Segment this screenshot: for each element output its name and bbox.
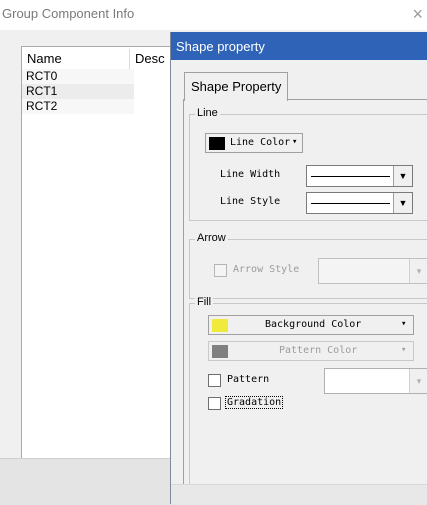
dialog-titlebar[interactable]: Shape property: [171, 32, 427, 60]
arrow-style-label: Arrow Style: [233, 264, 300, 275]
column-header-name[interactable]: Name: [27, 49, 130, 69]
close-icon[interactable]: ×: [412, 4, 423, 24]
line-style-select[interactable]: ▼: [306, 192, 413, 214]
arrow-group: Arrow Arrow Style ▾: [189, 232, 427, 299]
chevron-down-icon: ▾: [292, 137, 298, 147]
gradation-checkbox[interactable]: [208, 397, 221, 410]
pattern-color-swatch: [212, 345, 228, 358]
line-color-button[interactable]: Line Color ▾: [205, 133, 303, 153]
chevron-down-icon: ▾: [401, 345, 407, 355]
pattern-label: Pattern: [227, 374, 270, 385]
chevron-down-icon[interactable]: ▼: [393, 166, 412, 186]
shape-property-dialog: Shape property Shape Property Line Line …: [170, 32, 427, 505]
pattern-select[interactable]: ▾: [324, 368, 427, 394]
list-item[interactable]: RCT0: [22, 69, 134, 84]
line-width-select[interactable]: ▼: [306, 165, 413, 187]
line-width-label: Line Width: [220, 169, 281, 180]
arrow-style-checkbox[interactable]: [214, 264, 227, 277]
chevron-down-icon: ▾: [409, 369, 427, 393]
pattern-color-button[interactable]: Pattern Color ▾: [208, 341, 414, 361]
component-list[interactable]: Name Desc RCT0 RCT1 RCT2: [21, 46, 195, 468]
line-width-preview: [311, 176, 390, 177]
dialog-bottom-strip: [171, 484, 427, 505]
arrow-style-select[interactable]: ▾: [318, 258, 427, 284]
chevron-down-icon: ▾: [409, 259, 427, 283]
tab-shape-property[interactable]: Shape Property: [184, 72, 288, 101]
tab-label: Shape Property: [191, 79, 282, 94]
background-color-label: Background Color: [265, 319, 362, 330]
line-group-title: Line: [195, 107, 220, 119]
back-window-button-area: [0, 458, 175, 505]
back-window-title: Group Component Info: [2, 6, 135, 21]
pattern-checkbox[interactable]: [208, 374, 221, 387]
pattern-color-label: Pattern Color: [279, 345, 358, 356]
list-item[interactable]: RCT1: [22, 84, 134, 99]
back-window-titlebar: Group Component Info ×: [0, 0, 427, 30]
chevron-down-icon[interactable]: ▼: [393, 193, 412, 213]
line-style-label: Line Style: [220, 196, 281, 207]
arrow-group-title: Arrow: [195, 232, 228, 244]
line-color-label: Line Color: [230, 137, 291, 148]
line-color-swatch: [209, 137, 225, 150]
list-item[interactable]: RCT2: [22, 99, 134, 114]
list-rows: RCT0 RCT1 RCT2: [22, 69, 182, 114]
chevron-down-icon: ▾: [401, 319, 407, 329]
gradation-label: Gradation: [225, 396, 284, 409]
fill-group-title: Fill: [195, 296, 214, 308]
dialog-title: Shape property: [176, 39, 265, 54]
fill-group: Fill Background Color ▾ Pattern Color ▾ …: [189, 296, 427, 504]
line-style-preview: [311, 203, 390, 204]
background-color-swatch: [212, 319, 228, 332]
background-color-button[interactable]: Background Color ▾: [208, 315, 414, 335]
line-group: Line Line Color ▾ Line Width ▼ Line Styl…: [189, 107, 427, 221]
